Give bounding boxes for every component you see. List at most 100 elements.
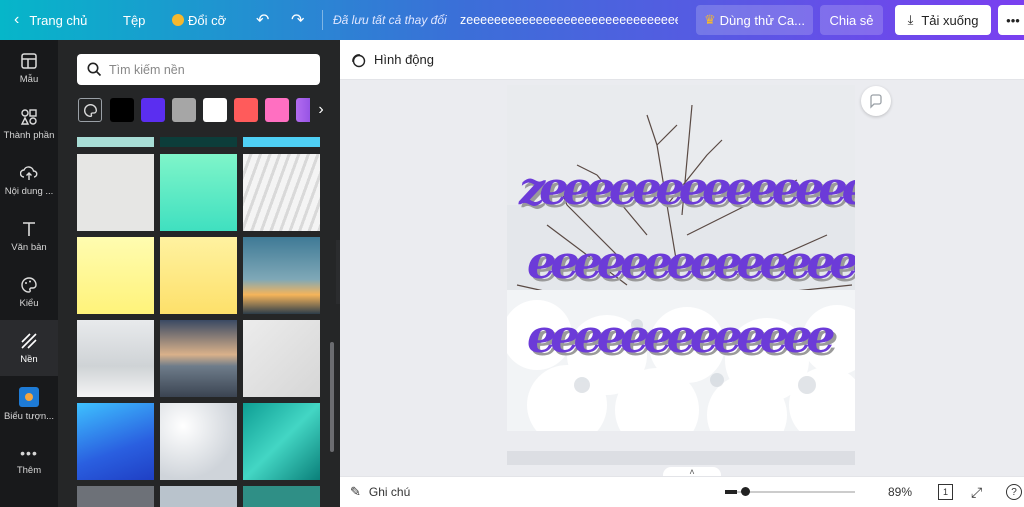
add-comment-button[interactable] bbox=[861, 86, 891, 116]
design-page[interactable]: zeeeeeeeeeeeeee eeeeeeeeeeeeeee eeeeeeee… bbox=[507, 85, 855, 431]
design-text-line[interactable]: zeeeeeeeeeeeeee bbox=[519, 161, 855, 215]
zoom-slider-track[interactable] bbox=[725, 487, 855, 496]
fullscreen-icon[interactable]: ⤢ bbox=[971, 477, 982, 507]
animation-icon bbox=[352, 53, 366, 67]
more-options-button[interactable]: ••• bbox=[998, 5, 1024, 35]
rail-label: Thành phần bbox=[3, 129, 55, 141]
background-thumbnail[interactable] bbox=[243, 486, 320, 507]
color-swatch-gray[interactable] bbox=[172, 98, 196, 122]
rail-label: Kiểu bbox=[19, 297, 39, 309]
color-picker-button[interactable] bbox=[78, 98, 102, 122]
undo-icon[interactable]: ↶ bbox=[256, 0, 269, 40]
background-thumbnail[interactable] bbox=[160, 486, 237, 507]
design-title[interactable]: zeeeeeeeeeeeeeeeeeeeeeeeeeeeeeee... bbox=[460, 0, 678, 40]
page-count-button[interactable]: 1 bbox=[938, 484, 953, 500]
home-label: Trang chủ bbox=[29, 12, 88, 28]
notes-label: Ghi chú bbox=[368, 485, 411, 499]
color-swatch-purple[interactable] bbox=[141, 98, 165, 122]
animate-button[interactable]: Hình động bbox=[350, 52, 434, 68]
background-thumbnail[interactable] bbox=[160, 154, 237, 231]
file-label: Tệp bbox=[123, 12, 146, 28]
search-field[interactable]: Tìm kiếm nền bbox=[77, 54, 320, 85]
share-label: Chia sẻ bbox=[829, 12, 874, 28]
design-text-line[interactable]: eeeeeeeeeeeee bbox=[527, 309, 835, 363]
rail-item-elements[interactable]: Thành phần bbox=[0, 96, 58, 152]
background-thumbnail[interactable] bbox=[77, 154, 154, 231]
try-pro-button[interactable]: ♛ Dùng thử Ca... bbox=[696, 5, 813, 35]
more-label: ••• bbox=[1006, 12, 1020, 28]
background-thumbnail[interactable] bbox=[160, 137, 237, 147]
color-swatch-pink[interactable] bbox=[265, 98, 289, 122]
background-thumbnail[interactable] bbox=[160, 403, 237, 480]
download-button[interactable]: ⤓ Tải xuống bbox=[895, 5, 991, 35]
chevron-left-icon: ‹ bbox=[14, 11, 20, 28]
background-thumbnail[interactable] bbox=[243, 403, 320, 480]
background-thumbnail[interactable] bbox=[77, 237, 154, 314]
background-thumbnail[interactable] bbox=[243, 320, 320, 397]
design-text-line[interactable]: eeeeeeeeeeeeeee bbox=[527, 235, 855, 289]
search-input: Tìm kiếm nền bbox=[109, 62, 185, 77]
chevron-right-icon[interactable]: › bbox=[310, 98, 332, 122]
page-number: 1 bbox=[942, 487, 948, 497]
rail-label: Nền bbox=[20, 353, 38, 365]
background-thumbnail[interactable] bbox=[160, 320, 237, 397]
background-thumbnail[interactable] bbox=[77, 137, 154, 147]
color-swatch-black[interactable] bbox=[110, 98, 134, 122]
zoom-level[interactable]: 89% bbox=[888, 477, 912, 507]
share-button[interactable]: Chia sẻ bbox=[820, 5, 883, 35]
background-thumbnail[interactable] bbox=[243, 137, 320, 147]
canvas-area: zeeeeeeeeeeeeee eeeeeeeeeeeeeee eeeeeeee… bbox=[340, 80, 1024, 477]
resize-label: Đổi cỡ bbox=[188, 12, 227, 28]
rail-label: Nội dung ... bbox=[4, 185, 54, 197]
panel-scrollbar[interactable] bbox=[330, 342, 334, 452]
save-status: Đã lưu tất cả thay đổi bbox=[333, 13, 447, 27]
crown-icon: ♛ bbox=[704, 12, 716, 27]
help-icon[interactable]: ? bbox=[1006, 484, 1022, 500]
more-icon: ••• bbox=[20, 444, 38, 461]
resize-button[interactable]: Đổi cỡ bbox=[172, 0, 226, 40]
rail-item-uploads[interactable]: Nội dung ... bbox=[0, 152, 58, 208]
horizontal-scrollbar[interactable] bbox=[340, 465, 1020, 473]
rail-item-styles[interactable]: Kiểu bbox=[0, 264, 58, 320]
palette-icon bbox=[21, 276, 37, 293]
notes-icon: ✎ bbox=[350, 484, 361, 499]
file-menu[interactable]: Tệp bbox=[123, 0, 145, 40]
animate-label: Hình động bbox=[374, 52, 434, 67]
palette-icon bbox=[83, 103, 97, 117]
download-icon: ⤓ bbox=[907, 12, 914, 27]
bottom-bar: ✎ Ghi chú 89% 1 ⤢ ? bbox=[340, 476, 1024, 507]
rail-label: Mẫu bbox=[19, 73, 39, 85]
zoom-slider-handle[interactable] bbox=[741, 487, 750, 496]
rail-item-logos[interactable]: Biểu tượn... bbox=[0, 376, 58, 432]
rail-item-text[interactable]: Văn bản bbox=[0, 208, 58, 264]
background-thumbnail[interactable] bbox=[243, 154, 320, 231]
search-icon bbox=[87, 62, 102, 77]
background-icon bbox=[21, 332, 37, 349]
rail-item-more[interactable]: ••• Thêm bbox=[0, 432, 58, 488]
notes-button[interactable]: ✎ Ghi chú bbox=[350, 477, 410, 507]
color-swatch-red[interactable] bbox=[234, 98, 258, 122]
home-link[interactable]: ‹ Trang chủ bbox=[14, 0, 87, 40]
zoom-slider-fill bbox=[725, 490, 737, 494]
background-thumbnail[interactable] bbox=[77, 320, 154, 397]
background-thumbnail[interactable] bbox=[243, 237, 320, 314]
crown-icon bbox=[172, 14, 184, 26]
background-thumbnail[interactable] bbox=[77, 403, 154, 480]
color-swatch-white[interactable] bbox=[203, 98, 227, 122]
side-rail: Mẫu Thành phần Nội dung ... Văn bản Kiểu… bbox=[0, 40, 58, 507]
try-pro-label: Dùng thử Ca... bbox=[719, 12, 805, 28]
background-thumbnail[interactable] bbox=[77, 486, 154, 507]
top-bar: ‹ Trang chủ Tệp Đổi cỡ ↶ ↷ Đã lưu tất cả… bbox=[0, 0, 1024, 40]
background-panel: Tìm kiếm nền › bbox=[58, 40, 340, 507]
logo-icon bbox=[19, 386, 39, 407]
text-icon bbox=[23, 221, 35, 236]
rail-label: Văn bản bbox=[11, 241, 47, 253]
redo-icon[interactable]: ↷ bbox=[291, 0, 304, 40]
rail-item-background[interactable]: Nền bbox=[0, 320, 58, 376]
rail-label: Biểu tượn... bbox=[3, 410, 55, 422]
divider bbox=[322, 10, 323, 30]
next-page-preview[interactable] bbox=[507, 451, 855, 465]
rail-item-templates[interactable]: Mẫu bbox=[0, 40, 58, 96]
background-thumbnail[interactable] bbox=[160, 237, 237, 314]
rail-label: Thêm bbox=[16, 464, 42, 476]
